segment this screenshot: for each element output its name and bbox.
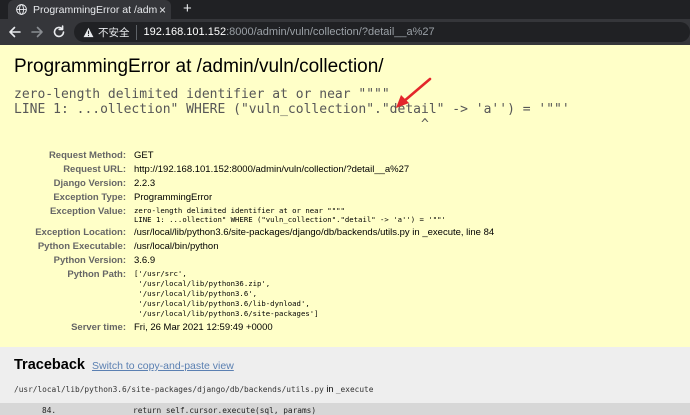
frame-function: _execute [335, 385, 374, 394]
close-icon[interactable]: × [159, 4, 166, 16]
reload-icon[interactable] [50, 23, 68, 41]
not-secure-label[interactable]: 不安全 [98, 24, 137, 40]
meta-label: Request URL: [63, 163, 126, 175]
meta-value-cell: zero-length delimited identifier at or n… [130, 204, 690, 225]
plus-icon[interactable]: + [183, 0, 192, 18]
meta-label: Python Version: [53, 254, 126, 266]
error-summary: ProgrammingError at /admin/vuln/collecti… [0, 45, 690, 348]
meta-label: Python Path: [67, 268, 126, 280]
meta-value: GET [134, 149, 154, 161]
meta-row-request-url: Request URL: http://192.168.101.152:8000… [0, 162, 690, 176]
back-arrow-icon[interactable] [6, 23, 24, 41]
tab-title: ProgrammingError at /admin/vuln/collecti… [33, 3, 157, 16]
meta-row-python-version: Python Version: 3.6.9 [0, 253, 690, 267]
traceback-section: Traceback Switch to copy-and-paste view … [0, 347, 690, 415]
line-number: 84. [42, 406, 57, 415]
exception-message: zero-length delimited identifier at or n… [14, 87, 570, 132]
traceback-heading: Traceback Switch to copy-and-paste view [14, 357, 234, 373]
meta-row-server-time: Server time: Fri, 26 Mar 2021 12:59:49 +… [0, 320, 690, 334]
url-host: 192.168.101.152 [143, 26, 227, 38]
line-source: return self.cursor.execute(sql, params) [133, 406, 317, 415]
meta-row-exception-value: Exception Value: zero-length delimited i… [0, 204, 690, 225]
meta-value: http://192.168.101.152:8000/admin/vuln/c… [134, 163, 410, 175]
meta-value: /usr/local/lib/python3.6/site-packages/d… [134, 226, 495, 238]
meta-value-cell: ['/usr/src', '/usr/local/lib/python36.zi… [130, 267, 690, 320]
switch-to-copy-paste-link[interactable]: Switch to copy-and-paste view [92, 360, 234, 372]
warning-icon[interactable] [83, 27, 94, 38]
meta-value: Fri, 26 Mar 2021 12:59:49 +0000 [134, 321, 273, 333]
meta-value: 2.2.3 [134, 177, 156, 189]
meta-value: 3.6.9 [134, 254, 156, 266]
meta-value: ProgrammingError [134, 191, 213, 203]
meta-value: /usr/local/bin/python [134, 240, 219, 252]
python-path-list: ['/usr/src', '/usr/local/lib/python36.zi… [134, 268, 319, 318]
meta-label: Exception Value: [49, 205, 126, 217]
url-path: :8000/admin/vuln/collection/?detail__a%2… [226, 26, 435, 38]
meta-label: Django Version: [53, 177, 126, 189]
meta-label: Server time: [71, 321, 126, 333]
frame-file-path: /usr/local/lib/python3.6/site-packages/d… [14, 385, 324, 394]
frame-in-label: in [326, 384, 334, 394]
meta-row-python-path: Python Path: ['/usr/src', '/usr/local/li… [0, 267, 690, 320]
meta-row-django-version: Django Version: 2.2.3 [0, 176, 690, 190]
browser-tab[interactable]: ProgrammingError at /admin/vuln/collecti… [8, 0, 171, 19]
meta-label: Exception Type: [53, 191, 126, 203]
browser-toolbar: 不安全 192.168.101.152 :8000/admin/vuln/col… [0, 19, 690, 45]
forward-arrow-icon[interactable] [28, 23, 46, 41]
meta-row-exception-type: Exception Type: ProgrammingError [0, 190, 690, 204]
meta-label: Exception Location: [35, 226, 126, 238]
exception-value: zero-length delimited identifier at or n… [134, 205, 446, 224]
meta-row-request-method: Request Method: GET [0, 148, 690, 162]
meta-row-exception-location: Exception Location: /usr/local/lib/pytho… [0, 225, 690, 239]
traceback-context-line[interactable]: 84. return self.cursor.execute(sql, para… [0, 403, 690, 415]
globe-icon [16, 4, 27, 15]
red-arrow-annotation [396, 77, 432, 108]
traceback-title: Traceback [14, 357, 85, 373]
request-meta-table: Request Method: GET Request URL: http://… [0, 148, 690, 334]
browser-tab-strip: ProgrammingError at /admin/vuln/collecti… [0, 0, 690, 19]
traceback-frame-header[interactable]: /usr/local/lib/python3.6/site-packages/d… [14, 384, 373, 394]
meta-label: Request Method: [48, 149, 126, 161]
page-title: ProgrammingError at /admin/vuln/collecti… [14, 56, 384, 77]
meta-label: Python Executable: [37, 240, 126, 252]
address-bar[interactable]: 不安全 192.168.101.152 :8000/admin/vuln/col… [74, 22, 690, 42]
meta-row-python-executable: Python Executable: /usr/local/bin/python [0, 239, 690, 253]
